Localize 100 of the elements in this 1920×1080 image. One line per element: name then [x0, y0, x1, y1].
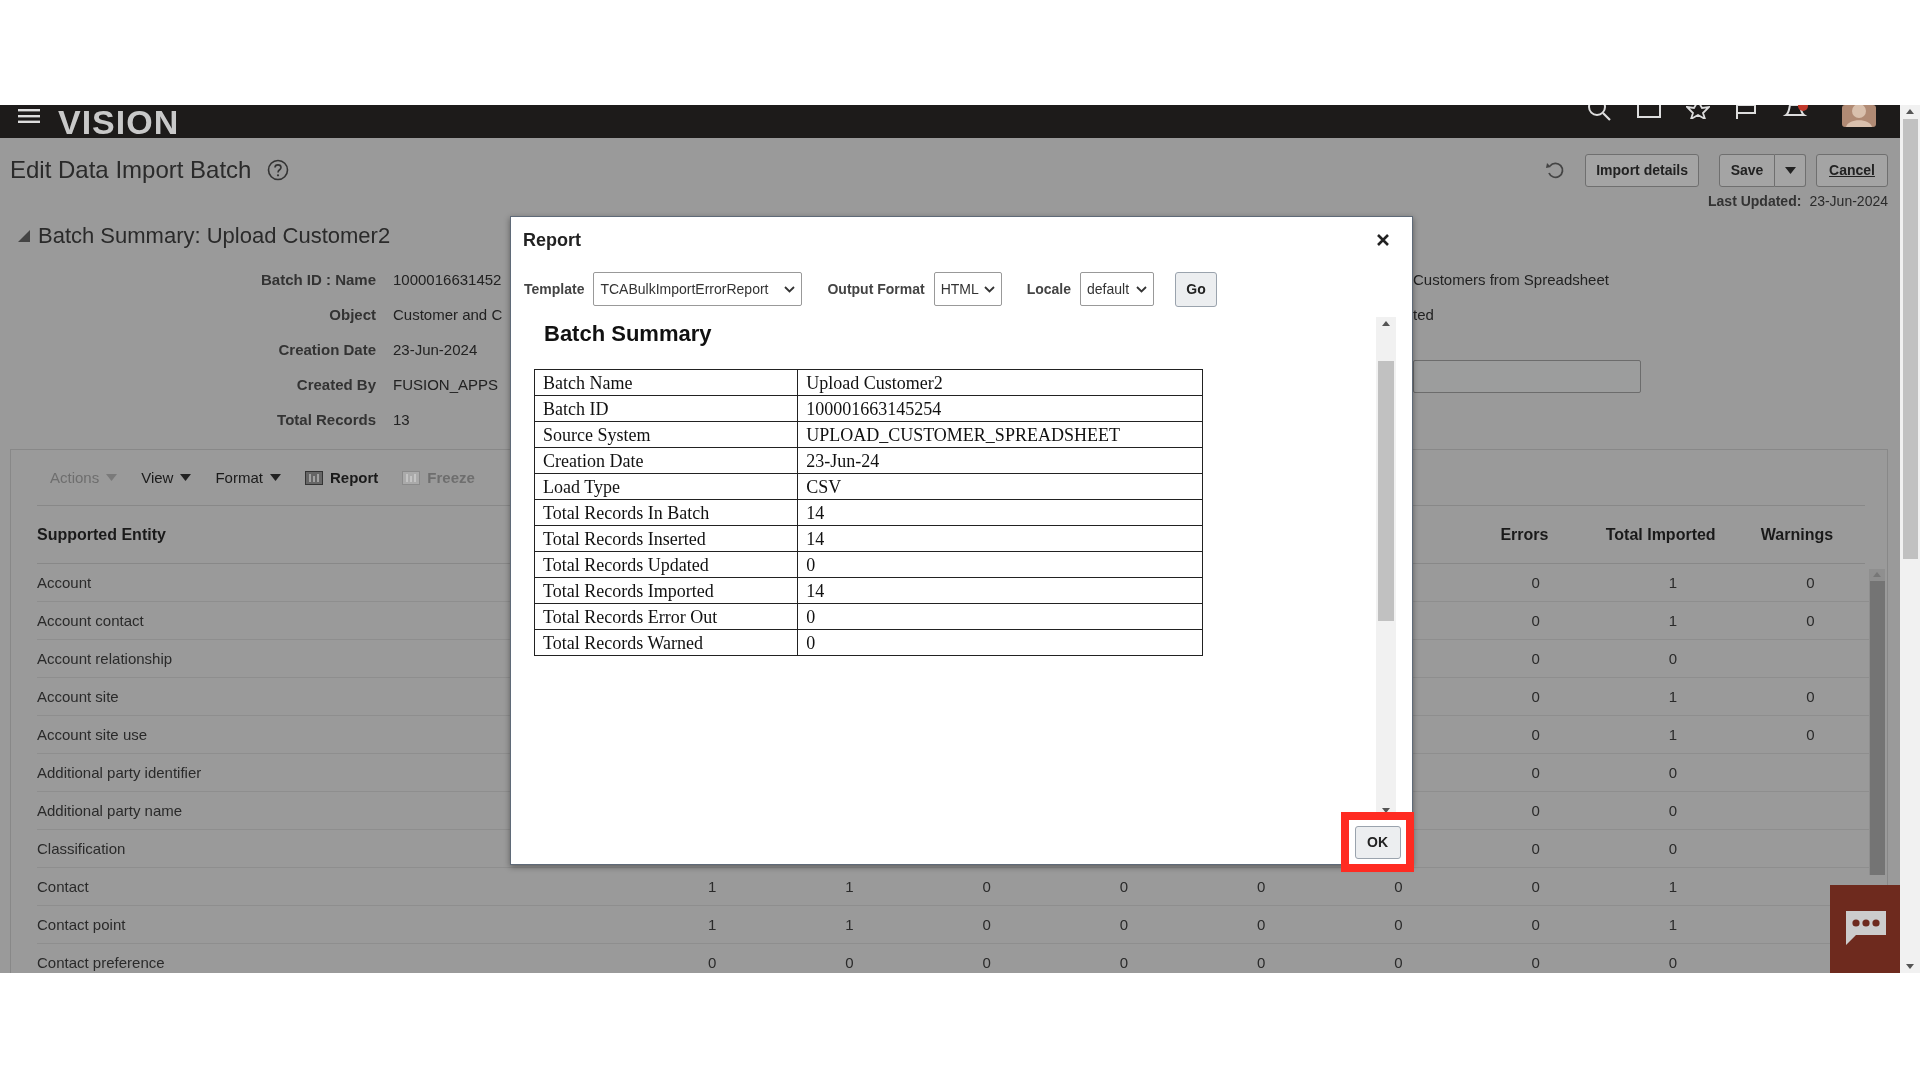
table-cell-text: 0	[1805, 574, 1816, 591]
table-cell: Load Type	[534, 473, 798, 500]
chat-button[interactable]	[1830, 885, 1900, 973]
table-cell: Classification	[37, 840, 126, 857]
logo[interactable]: VISION	[58, 105, 180, 138]
menu-icon[interactable]	[18, 109, 40, 123]
table-cell: Creation Date	[534, 447, 798, 474]
chevron-icon	[1136, 285, 1147, 293]
table-cell: Source System	[534, 421, 798, 448]
last-updated-value: 23-Jun-2024	[1809, 193, 1888, 209]
collapse-icon[interactable]	[18, 230, 30, 242]
select-label: Locale	[1026, 281, 1071, 297]
field-value: Customer and C	[393, 306, 503, 323]
table-cell-text: 0	[1805, 688, 1816, 705]
last-updated-label: Last Updated:	[1708, 193, 1802, 209]
report-icon	[402, 470, 421, 485]
table-cell: Contact point	[37, 916, 126, 933]
caret-icon	[1784, 166, 1796, 174]
table-cell-text: 1	[1667, 726, 1679, 743]
table-cell: Additional party identifier	[37, 764, 202, 781]
table-cell-text: 1	[706, 878, 718, 895]
table-cell-text: 0	[1667, 764, 1679, 781]
input-field[interactable]	[1413, 360, 1641, 393]
table-cell: 0	[797, 629, 1203, 656]
column-header[interactable]: Total Imported	[1592, 525, 1729, 544]
dropdown[interactable]: TCABulkImportErrorReport	[593, 272, 803, 306]
table-cell-text: 0	[981, 954, 992, 971]
table-cell: Total Records In Batch	[534, 499, 798, 526]
go-button[interactable]: Go	[1175, 271, 1217, 307]
table-cell-text: 1	[1667, 916, 1679, 933]
star-icon[interactable]	[1686, 105, 1710, 119]
scrollbar[interactable]	[1869, 569, 1885, 875]
page-scrollbar[interactable]	[1900, 105, 1920, 973]
table-cell-text: 1	[1667, 574, 1679, 591]
table-cell-text: 0	[1530, 954, 1541, 971]
menu-button[interactable]: Format	[212, 465, 284, 490]
table-cell: Contact preference	[37, 954, 165, 971]
caret-icon	[269, 474, 281, 481]
table-cell-text: 0	[1667, 802, 1679, 819]
field-label: Total Records	[276, 411, 376, 428]
field-value: 13	[393, 411, 410, 428]
table-cell-text: 0	[706, 954, 718, 971]
table-cell: Upload Customer2	[797, 369, 1203, 396]
table-cell-text: 0	[1805, 726, 1816, 743]
close-icon[interactable]	[1376, 233, 1390, 247]
table-cell: Account site use	[37, 726, 148, 743]
flag-icon[interactable]	[1734, 105, 1758, 119]
table-cell: 100001663145254	[797, 395, 1203, 422]
table-cell-text: 0	[1530, 840, 1541, 857]
table-cell: Account site	[37, 688, 119, 705]
dropdown[interactable]: default	[1080, 272, 1154, 306]
help-icon[interactable]	[267, 159, 290, 181]
table-cell: Batch Name	[534, 369, 798, 396]
dropdown[interactable]: HTML	[933, 272, 1002, 306]
cancel-button[interactable]: Cancel	[1816, 153, 1888, 187]
select-label: Template	[524, 281, 585, 297]
table-cell-text: 0	[1118, 916, 1130, 933]
table-cell-text: 0	[1530, 726, 1541, 743]
field-label: Creation Date	[277, 341, 376, 358]
table-cell-text: 0	[1530, 802, 1541, 819]
field-value: FUSION_APPS	[393, 376, 499, 393]
field-value: 1000016631452	[393, 271, 502, 288]
table-cell-text: 0	[1393, 916, 1404, 933]
table-cell-text: 0	[981, 878, 992, 895]
field-value: Customers from Spreadsheet	[1413, 271, 1609, 288]
table-cell: CSV	[797, 473, 1203, 500]
table-cell-text: 0	[1118, 954, 1130, 971]
table-cell-text: 1	[706, 916, 718, 933]
dialog-title: Report	[523, 229, 581, 251]
table-cell-text: 0	[1667, 954, 1679, 971]
bell-icon[interactable]	[1782, 105, 1810, 119]
table-cell-text: 0	[1393, 878, 1404, 895]
table-cell: 14	[797, 525, 1203, 552]
select-label: Output Format	[827, 281, 925, 297]
ok-button[interactable]: OK	[1354, 825, 1401, 859]
table-cell: 0	[797, 603, 1203, 630]
table-cell: 0	[797, 551, 1203, 578]
import-details-button[interactable]: Import details	[1585, 153, 1699, 187]
table-cell-text: 1	[1667, 612, 1679, 629]
table-cell: Total Records Warned	[534, 629, 798, 656]
table-cell-text: 0	[1530, 612, 1541, 629]
save-button[interactable]: Save	[1719, 153, 1775, 187]
table-cell: Account	[37, 574, 92, 591]
caret-icon	[180, 474, 192, 481]
menu-button[interactable]: View	[138, 465, 195, 490]
toolbar-button[interactable]: Report	[301, 465, 382, 490]
table-cell: 14	[797, 577, 1203, 604]
table-cell-text: 0	[1667, 650, 1679, 667]
field-label: Object	[328, 306, 376, 323]
table-cell: 23-Jun-24	[797, 447, 1203, 474]
field-label: Created By	[295, 376, 376, 393]
column-header[interactable]: Errors	[1456, 525, 1593, 544]
table-cell-text: 0	[1118, 878, 1130, 895]
save-menu-button[interactable]	[1775, 153, 1806, 187]
field-value: ted	[1413, 306, 1434, 323]
column-header[interactable]: Warnings	[1728, 525, 1866, 544]
table-cell: Account contact	[37, 612, 144, 629]
search-icon[interactable]	[1588, 105, 1612, 121]
table-cell-text: 0	[1256, 916, 1267, 933]
refresh-icon[interactable]	[1545, 160, 1566, 180]
